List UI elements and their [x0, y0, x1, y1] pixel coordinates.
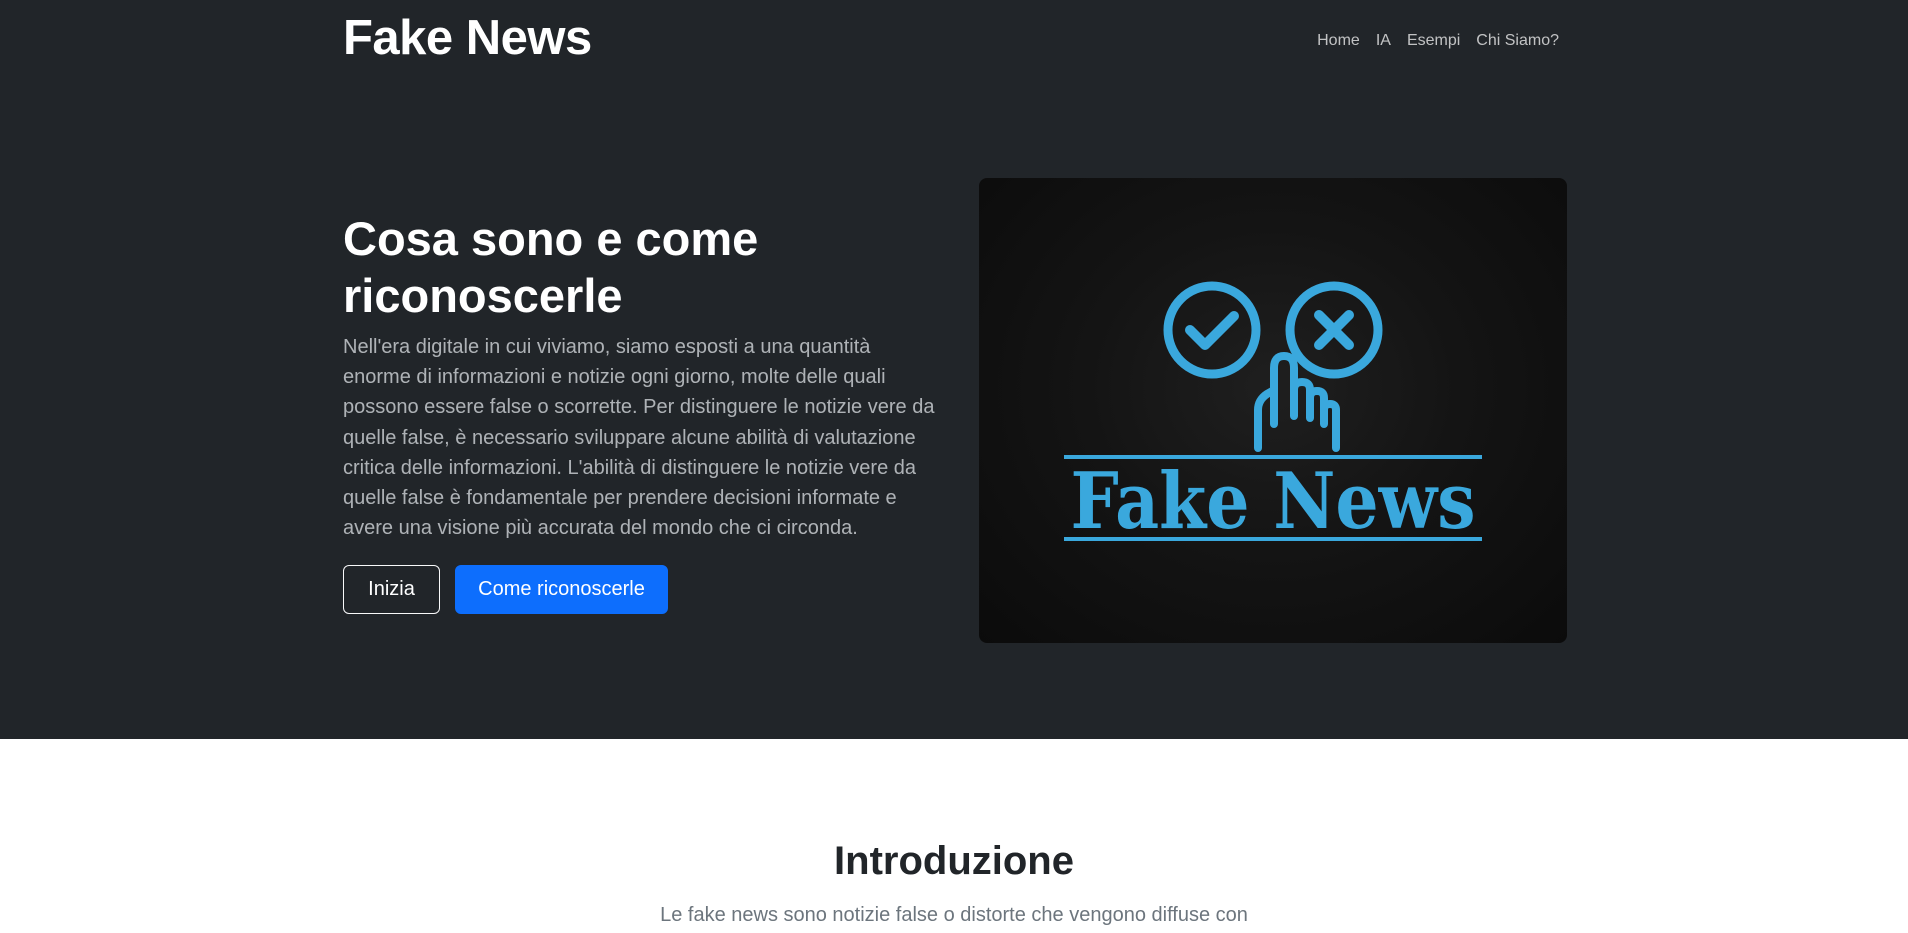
nav-link-home[interactable]: Home: [1317, 30, 1360, 52]
hero-description: Nell'era digitale in cui viviamo, siamo …: [343, 336, 935, 540]
nav-link-esempi[interactable]: Esempi: [1407, 30, 1460, 52]
learn-button[interactable]: Come riconoscerle: [455, 565, 668, 614]
start-button[interactable]: Inizia: [343, 565, 440, 614]
check-circle-icon: [1163, 281, 1261, 379]
x-circle-icon: [1285, 281, 1383, 379]
main-nav: Home IA Esempi Chi Siamo?: [1317, 30, 1559, 52]
site-brand[interactable]: Fake News: [343, 8, 592, 68]
intro-title: Introduzione: [834, 839, 1074, 883]
hero-section: Fake News Home IA Esempi Chi Siamo? Cosa…: [0, 0, 1908, 739]
intro-text: Le fake news sono notizie false o distor…: [660, 904, 1248, 926]
nav-link-ia[interactable]: IA: [1376, 30, 1391, 52]
fake-news-logo-image: Fake News: [1064, 281, 1482, 547]
nav-link-chi-siamo[interactable]: Chi Siamo?: [1476, 30, 1559, 52]
hero-title: Cosa sono e come riconoscerle: [343, 212, 759, 322]
hero-image: Fake News: [979, 178, 1567, 643]
logo-text: Fake News: [1071, 456, 1476, 547]
